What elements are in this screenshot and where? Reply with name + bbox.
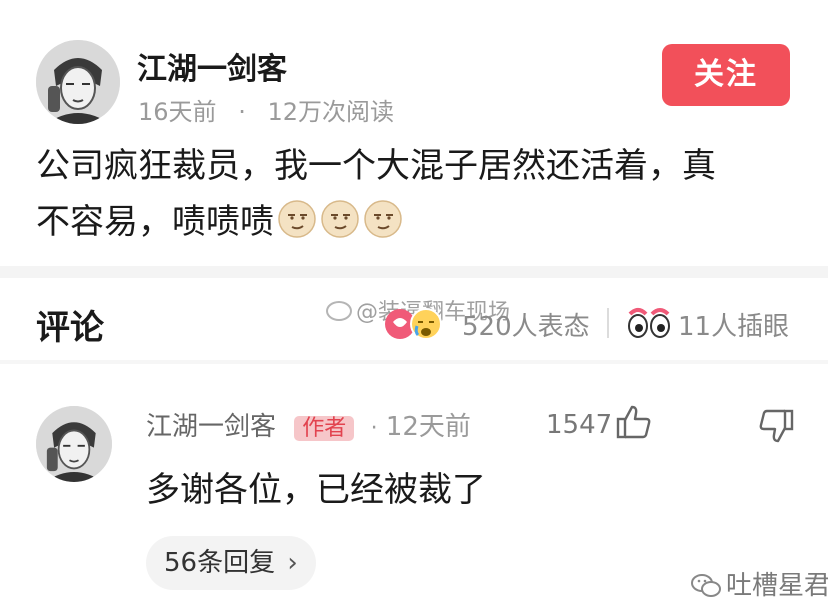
view-replies-button[interactable]: 56条回复 › [146,536,316,590]
reactions-count[interactable]: 520人表态 [462,306,590,343]
footer-brand: 吐槽星君 [690,565,828,607]
post-meta: 16天前 · 12万次阅读 [138,92,394,127]
author-badge: 作者 [294,416,355,441]
comment-meta-row: 江湖一剑客 作者 · 12天前 [146,406,471,445]
comments-divider [0,360,828,364]
smirk-emoji-icon [320,199,360,239]
section-divider [0,266,828,278]
weibo-icon [326,301,352,321]
post-content: 公司疯狂裁员，我一个大混子居然还活着，真 不容易，啧啧啧 [36,138,796,250]
thumb-up-icon[interactable] [614,402,654,442]
post-author-name[interactable]: 江湖一剑客 [137,44,287,88]
eye-icon[interactable] [626,304,672,340]
thumb-down-icon[interactable] [756,406,796,446]
smirk-emoji-icon [363,199,403,239]
post-age: 16天前 [138,98,217,126]
post-text-line-2: 不容易，啧啧啧 [36,194,796,250]
comment-text: 多谢各位，已经被裁了 [146,470,486,510]
chevron-right-icon: › [287,548,298,578]
replies-label: 56条回复 [164,548,276,578]
wechat-icon [690,572,722,607]
reaction-icons[interactable] [384,306,454,342]
post-text-line-1: 公司疯狂裁员，我一个大混子居然还活着，真 [36,146,716,186]
comment-author-name[interactable]: 江湖一剑客 [146,412,276,442]
like-count: 1547 [546,410,613,440]
post-text-line-2-text: 不容易，啧啧啧 [36,202,274,242]
commenter-avatar[interactable] [36,406,112,482]
eye-count[interactable]: 11人插眼 [678,306,789,343]
footer-brand-label: 吐槽星君 [726,571,828,601]
comment-age: 12天前 [385,412,471,442]
header-separator [607,308,609,338]
smirk-emoji-icon [277,199,317,239]
follow-button[interactable]: 关注 [662,44,790,106]
post-views: 12万次阅读 [267,98,395,126]
meta-dot: · [238,98,246,126]
comments-title: 评论 [36,308,104,348]
comment-dot: · [370,416,378,441]
author-avatar[interactable] [36,40,120,124]
